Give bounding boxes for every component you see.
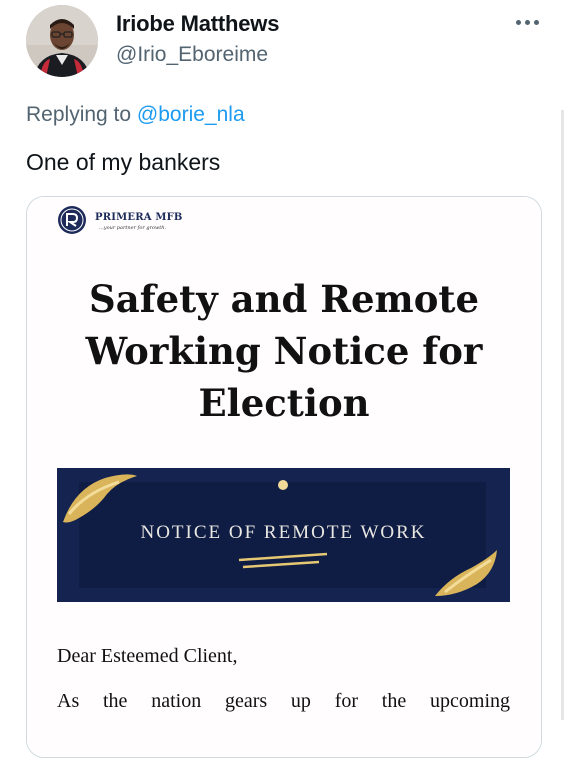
primera-logo-icon: [58, 206, 86, 234]
brand-name: PRIMERA MFB: [95, 212, 183, 223]
reply-mention-link[interactable]: @borie_nla: [137, 103, 245, 126]
notice-flyer: PRIMERA MFB ...your partner for growth. …: [27, 197, 541, 757]
author-display-name[interactable]: Iriobe Matthews: [116, 11, 279, 37]
author-avatar[interactable]: [26, 5, 98, 77]
tweet-text: One of my bankers: [26, 149, 221, 175]
author-handle[interactable]: @Irio_Eboreime: [116, 43, 268, 67]
letter-body-text: As the nation gears up for the upcoming: [57, 690, 510, 712]
scrollbar[interactable]: [561, 110, 564, 720]
tweet-header: Iriobe Matthews @Irio_Eboreime: [0, 0, 565, 100]
reply-prefix: Replying to: [26, 103, 137, 126]
reply-context: Replying to @borie_nla: [26, 103, 245, 127]
headline-line: Election: [198, 381, 370, 425]
brand-tagline: ...your partner for growth.: [99, 225, 167, 231]
tweet-media-image[interactable]: PRIMERA MFB ...your partner for growth. …: [26, 196, 542, 758]
profile-photo-icon: [26, 5, 98, 77]
notice-banner: NOTICE OF REMOTE WORK: [57, 468, 510, 602]
more-options-button[interactable]: [512, 15, 542, 29]
flyer-headline: Safety and Remote Working Notice for Ele…: [27, 273, 541, 429]
ellipsis-icon: [515, 19, 521, 25]
headline-line: Working Notice for: [85, 329, 483, 373]
letter-greeting: Dear Esteemed Client,: [57, 645, 238, 667]
banner-title: NOTICE OF REMOTE WORK: [140, 522, 427, 543]
headline-line: Safety and Remote: [89, 277, 479, 321]
